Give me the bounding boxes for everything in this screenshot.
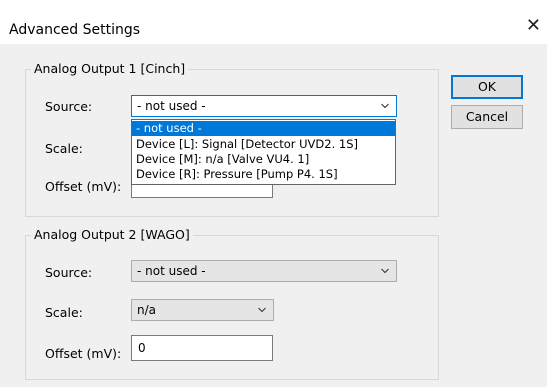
source-label-1: Source: [45, 99, 93, 114]
analog-output-2-legend: Analog Output 2 [WAGO] [31, 227, 193, 242]
offset-value-2: 0 [138, 341, 146, 355]
scale-value-2: n/a [137, 303, 157, 317]
chevron-down-icon [381, 268, 389, 274]
dropdown-option[interactable]: Device [R]: Pressure [Pump P4. 1S] [132, 167, 395, 182]
source-value-1: - not used - [137, 99, 206, 113]
dropdown-option[interactable]: - not used - [132, 121, 395, 136]
ok-button[interactable]: OK [451, 75, 523, 99]
dialog-title: Advanced Settings [9, 22, 141, 38]
scale-label-2: Scale: [45, 305, 83, 320]
scale-label-1: Scale: [45, 141, 83, 156]
close-icon[interactable]: ✕ [526, 17, 541, 35]
chevron-down-icon [258, 307, 266, 313]
cancel-button[interactable]: Cancel [451, 105, 523, 129]
offset-field-2[interactable]: 0 [131, 335, 273, 361]
offset-label-2: Offset (mV): [45, 346, 122, 361]
source-label-2: Source: [45, 265, 93, 280]
dropdown-option[interactable]: Device [M]: n/a [Valve VU4. 1] [132, 152, 395, 167]
source-select-1[interactable]: - not used - [131, 95, 397, 117]
title-bar: Advanced Settings ✕ [0, 0, 547, 44]
dropdown-option[interactable]: Device [L]: Signal [Detector UVD2. 1S] [132, 137, 395, 152]
offset-label-1: Offset (mV): [45, 179, 122, 194]
source-select-2[interactable]: - not used - [131, 260, 397, 282]
chevron-down-icon [381, 103, 389, 109]
source-value-2: - not used - [137, 264, 206, 278]
analog-output-1-legend: Analog Output 1 [Cinch] [31, 61, 189, 76]
scale-select-2[interactable]: n/a [131, 299, 274, 321]
source-dropdown-list-1[interactable]: - not used - Device [L]: Signal [Detecto… [131, 119, 396, 185]
